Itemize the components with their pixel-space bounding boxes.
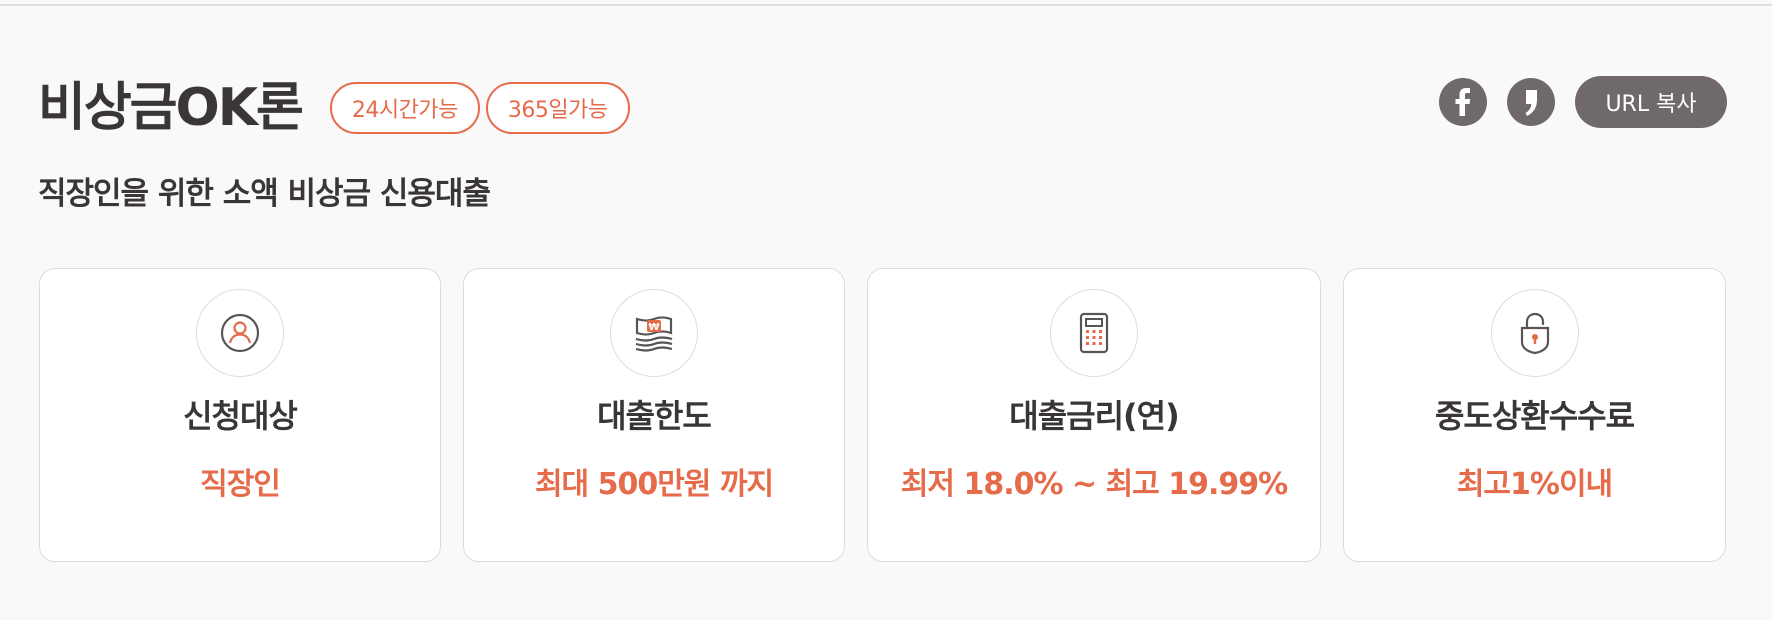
card-label: 대출금리(연) (1009, 397, 1179, 435)
kakaostory-share-button[interactable] (1507, 78, 1555, 126)
info-card-rate: 대출금리(연) 최저 18.0% ~ 최고 19.99% (867, 268, 1321, 562)
product-subtitle: 직장인을 위한 소액 비상금 신용대출 (38, 176, 491, 212)
info-card-applicant: 신청대상 직장인 (39, 268, 441, 562)
kakaostory-icon (1525, 90, 1537, 116)
icon-circle (1050, 289, 1138, 377)
url-copy-button[interactable]: URL 복사 (1575, 76, 1727, 128)
icon-circle (196, 289, 284, 377)
lock-icon (1520, 312, 1549, 355)
person-icon (220, 313, 260, 353)
card-value: 직장인 (200, 467, 281, 502)
info-card-prepayment-fee: 중도상환수수료 최고1%이내 (1343, 268, 1726, 562)
product-title: 비상금OK론 (38, 78, 304, 138)
facebook-share-button[interactable] (1439, 78, 1487, 126)
svg-text:₩: ₩ (648, 322, 659, 333)
share-bar: URL 복사 (1439, 76, 1727, 128)
card-value: 최저 18.0% ~ 최고 19.99% (900, 467, 1288, 502)
badge-365-days: 365일가능 (485, 82, 630, 134)
card-label: 신청대상 (183, 397, 298, 435)
card-value: 최대 500만원 까지 (534, 467, 774, 502)
icon-circle (1490, 289, 1579, 377)
badge-group: 24시간가능 365일가능 (329, 82, 630, 134)
top-divider (0, 0, 1772, 6)
card-label: 중도상환수수료 (1434, 397, 1635, 435)
badge-24-hours: 24시간가능 (329, 82, 480, 134)
money-won-icon: ₩ (635, 316, 673, 352)
icon-circle: ₩ (610, 289, 698, 377)
card-label: 대출한도 (597, 397, 712, 435)
calculator-icon (1079, 312, 1109, 354)
loan-product-page: 비상금OK론 24시간가능 365일가능 직장인을 위한 소액 비상금 신용대출… (0, 0, 1772, 620)
info-card-limit: ₩ 대출한도 최대 500만원 까지 (463, 268, 845, 562)
facebook-icon (1455, 88, 1471, 116)
title-row: 비상금OK론 24시간가능 365일가능 (38, 78, 630, 138)
card-value: 최고1%이내 (1456, 467, 1613, 502)
